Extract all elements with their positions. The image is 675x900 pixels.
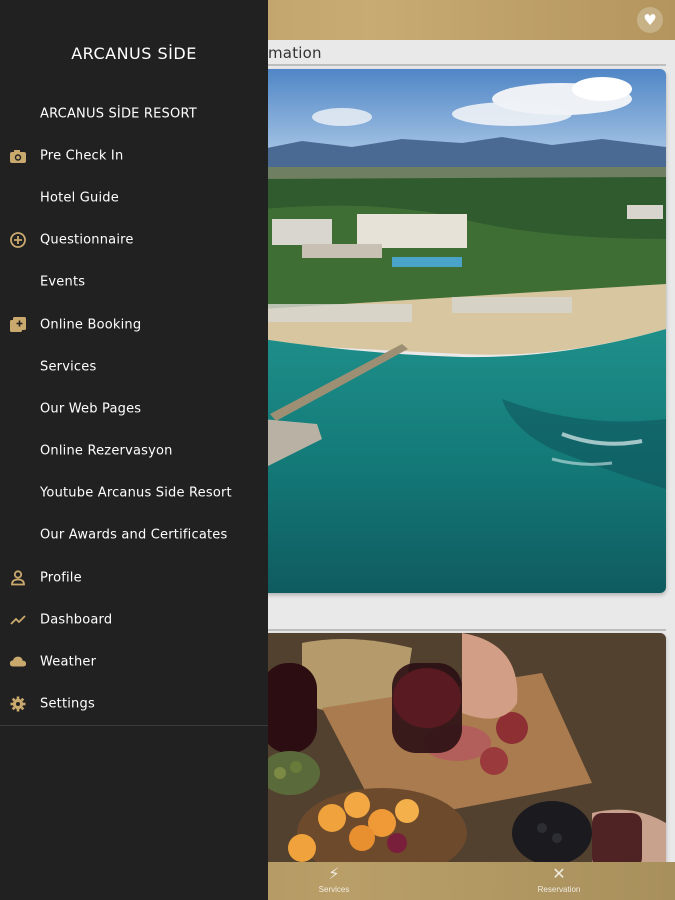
menu-item-resort[interactable]: ARCANUS SİDE RESORT: [0, 93, 268, 135]
menu-item-label: Weather: [40, 654, 97, 670]
drawer-title: ARCANUS SİDE: [71, 44, 197, 63]
menu-item-youtube[interactable]: Youtube Arcanus Side Resort: [0, 472, 268, 514]
resort-image-card[interactable]: [262, 69, 666, 593]
food-platter-image: [262, 633, 666, 868]
menu-item-online-rezervasyon[interactable]: Online Rezervasyon: [0, 430, 268, 472]
cloud-icon: [9, 653, 27, 671]
menu-item-label: Pre Check In: [40, 148, 124, 164]
menu-item-label: Online Rezervasyon: [40, 443, 173, 459]
menu-item-label: Hotel Guide: [40, 190, 119, 206]
menu-item-label: Services: [40, 359, 97, 375]
menu-item-label: Questionnaire: [40, 232, 134, 248]
menu-item-web-pages[interactable]: Our Web Pages: [0, 388, 268, 430]
menu-item-services[interactable]: Services: [0, 346, 268, 388]
section-divider: [268, 629, 666, 631]
menu-item-dashboard[interactable]: Dashboard: [0, 599, 268, 641]
menu-item-questionnaire[interactable]: Questionnaire: [0, 219, 268, 261]
nav-reservation-button[interactable]: ✕ Reservation: [514, 864, 604, 896]
drawer-divider: [0, 725, 268, 726]
menu-item-hotel-guide[interactable]: Hotel Guide: [0, 177, 268, 219]
heart-icon[interactable]: ♥: [637, 7, 663, 33]
plus-circle-icon: [9, 231, 27, 249]
menu-item-settings[interactable]: Settings: [0, 683, 268, 725]
nav-services-button[interactable]: ⚡︎ Services: [289, 864, 379, 896]
menu-item-label: Dashboard: [40, 612, 113, 628]
menu-item-awards[interactable]: Our Awards and Certificates: [0, 514, 268, 556]
menu-item-label: Our Web Pages: [40, 401, 142, 417]
lightning-icon: ⚡︎: [328, 864, 340, 883]
person-icon: [9, 569, 27, 587]
nav-reservation-label: Reservation: [537, 885, 581, 894]
resort-aerial-image: [262, 69, 666, 593]
section-title: mation: [268, 44, 322, 62]
camera-icon: [9, 147, 27, 165]
menu-item-online-booking[interactable]: Online Booking: [0, 304, 268, 346]
food-image-card[interactable]: [262, 633, 666, 868]
cutlery-icon: ✕: [552, 864, 566, 883]
menu-item-label: Youtube Arcanus Side Resort: [40, 485, 232, 501]
gear-icon: [9, 695, 27, 713]
menu-item-label: Settings: [40, 696, 95, 712]
menu-item-label: ARCANUS SİDE RESORT: [40, 106, 197, 122]
menu-item-label: Our Awards and Certificates: [40, 527, 228, 543]
menu-item-pre-check-in[interactable]: Pre Check In: [0, 135, 268, 177]
library-add-icon: [9, 316, 27, 334]
trending-icon: [9, 611, 27, 629]
navigation-drawer: ARCANUS SİDE ARCANUS SİDE RESORT Pre Che…: [0, 0, 268, 900]
menu-item-label: Profile: [40, 570, 82, 586]
nav-services-label: Services: [318, 885, 350, 894]
menu-item-events[interactable]: Events: [0, 261, 268, 303]
section-divider: [268, 64, 666, 66]
menu-item-weather[interactable]: Weather: [0, 641, 268, 683]
menu-item-label: Online Booking: [40, 317, 142, 333]
menu-item-profile[interactable]: Profile: [0, 557, 268, 599]
menu-item-label: Events: [40, 274, 86, 290]
